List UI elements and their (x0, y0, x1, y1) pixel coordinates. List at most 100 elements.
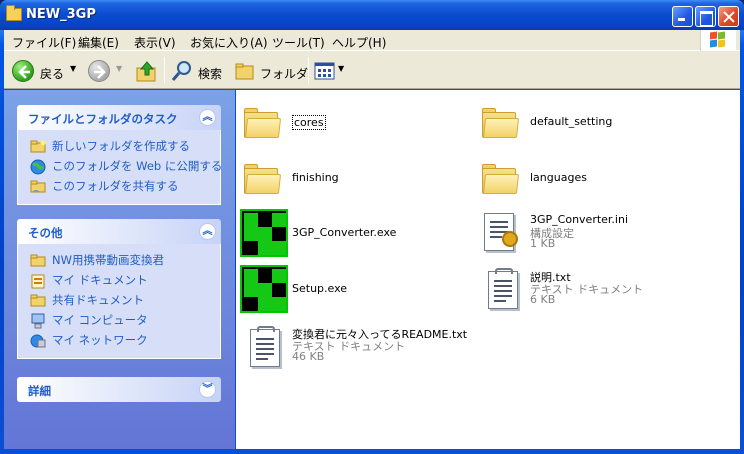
back-label: 戻る (40, 67, 65, 81)
file-folder-tasks-header[interactable]: ファイルとフォルダのタスク ︽ (17, 105, 221, 130)
collapse-chevron-icon[interactable]: ︽ (199, 109, 216, 126)
menu-view[interactable]: 表示(V) (134, 34, 176, 51)
my-documents-icon (30, 273, 46, 289)
place-my-computer[interactable]: マイ コンピュータ (18, 310, 220, 330)
menu-edit[interactable]: 編集(E) (78, 34, 119, 51)
folder-icon (244, 164, 282, 194)
search-icon (171, 61, 191, 81)
file-name: Setup.exe (292, 282, 348, 295)
file-item-readme-txt[interactable]: 変換君に元々入ってるREADME.txt テキスト ドキュメント 46 KB (244, 321, 504, 371)
folder-icon (482, 108, 520, 138)
up-folder-button[interactable] (134, 59, 160, 83)
menu-bar: ファイル(F) 編集(E) 表示(V) お気に入り(A) ツール(T) ヘルプ(… (4, 30, 740, 51)
search-button[interactable]: 検索 (170, 59, 230, 83)
task-pane: ファイルとフォルダのタスク ︽ 新しいフォルダを作成する このフォルダを Web… (4, 90, 235, 449)
window-title: NEW_3GP (26, 7, 96, 22)
forward-dropdown-icon[interactable]: ▼ (116, 64, 122, 73)
panel-title: 詳細 (28, 384, 51, 398)
gear-icon (502, 231, 518, 247)
views-dropdown-icon[interactable]: ▼ (338, 64, 344, 73)
expand-chevron-icon[interactable]: ︾ (199, 381, 216, 398)
file-folder-tasks-panel: ファイルとフォルダのタスク ︽ 新しいフォルダを作成する このフォルダを Web… (17, 105, 223, 205)
back-button[interactable]: 戻る ▼ (10, 59, 80, 83)
menu-file[interactable]: ファイル(F) (12, 34, 76, 51)
windows-logo-icon (700, 30, 736, 51)
task-label: このフォルダを Web に公開する (52, 159, 223, 173)
panel-title: その他 (28, 226, 63, 240)
menu-help[interactable]: ヘルプ(H) (332, 34, 386, 51)
file-size: 6 KB (530, 293, 556, 306)
task-new-folder[interactable]: 新しいフォルダを作成する (18, 136, 220, 156)
text-document-icon (250, 326, 280, 367)
file-item-finishing[interactable]: finishing (244, 158, 464, 208)
globe-icon (30, 159, 46, 175)
details-panel: 詳細 ︾ (17, 377, 221, 402)
folders-icon (235, 63, 254, 80)
file-name: languages (530, 171, 587, 184)
toolbar-separator (164, 57, 165, 83)
file-item-setsumei-txt[interactable]: 説明.txt テキスト ドキュメント 6 KB (482, 265, 702, 315)
place-my-network[interactable]: マイ ネットワーク (18, 330, 220, 350)
file-item-3gp-converter-ini[interactable]: 3GP_Converter.ini 構成設定 1 KB (482, 209, 702, 259)
file-item-default-setting[interactable]: default_setting (482, 102, 702, 152)
forward-button[interactable]: ▼ (88, 59, 124, 83)
file-list-area: cores default_setting finishing language… (236, 90, 740, 449)
up-folder-icon (136, 61, 156, 82)
back-dropdown-icon[interactable]: ▼ (70, 64, 76, 73)
folders-label: フォルダ (260, 67, 309, 81)
toolbar: 戻る ▼ ▼ 検索 フォルダ ▼ (4, 51, 740, 89)
file-item-cores[interactable]: cores (244, 102, 464, 152)
place-label: マイ コンピュータ (52, 313, 148, 327)
maximize-icon (696, 7, 715, 26)
file-name: default_setting (530, 115, 613, 128)
file-name: 3GP_Converter.exe (292, 226, 397, 239)
other-places-panel: その他 ︽ NW用携帯動画変換君 マイ ドキュメント 共有ドキュメント マイ コ… (17, 219, 221, 359)
menu-tools[interactable]: ツール(T) (272, 34, 325, 51)
folder-icon (6, 5, 22, 21)
text-document-icon (488, 268, 518, 309)
folder-icon (30, 253, 46, 267)
task-label: 新しいフォルダを作成する (52, 139, 190, 153)
menu-favorites[interactable]: お気に入り(A) (190, 34, 268, 51)
place-label: マイ ネットワーク (52, 333, 148, 347)
minimize-button[interactable] (672, 6, 693, 27)
file-size: 1 KB (530, 237, 556, 250)
close-button[interactable] (718, 6, 739, 27)
maximize-button[interactable] (695, 6, 716, 27)
task-label: このフォルダを共有する (52, 179, 179, 193)
place-nw-converter[interactable]: NW用携帯動画変換君 (18, 250, 220, 270)
views-icon (314, 62, 335, 80)
forward-arrow-icon (88, 60, 110, 82)
file-name: finishing (292, 171, 339, 184)
title-bar[interactable]: NEW_3GP (0, 0, 744, 30)
task-share-folder[interactable]: このフォルダを共有する (18, 176, 220, 196)
shared-folder-icon (30, 293, 46, 307)
back-arrow-icon (12, 60, 34, 82)
file-item-setup-exe[interactable]: Setup.exe (240, 265, 460, 315)
place-my-documents[interactable]: マイ ドキュメント (18, 270, 220, 290)
file-item-languages[interactable]: languages (482, 158, 702, 208)
application-icon (240, 209, 288, 257)
other-places-header[interactable]: その他 ︽ (17, 219, 221, 244)
close-icon (719, 7, 738, 26)
place-label: NW用携帯動画変換君 (52, 253, 164, 267)
toolbar-separator (308, 57, 309, 83)
folders-button[interactable]: フォルダ (234, 59, 308, 83)
file-item-3gp-converter-exe[interactable]: 3GP_Converter.exe (240, 209, 460, 259)
place-shared-documents[interactable]: 共有ドキュメント (18, 290, 220, 310)
search-label: 検索 (198, 67, 223, 81)
folder-icon (244, 108, 282, 138)
details-header[interactable]: 詳細 ︾ (17, 377, 221, 402)
panel-title: ファイルとフォルダのタスク (28, 112, 178, 126)
task-publish-web[interactable]: このフォルダを Web に公開する (18, 156, 223, 176)
explorer-window: NEW_3GP ファイル(F) 編集(E) 表示(V) お気に入り(A) ツール… (0, 0, 744, 454)
collapse-chevron-icon[interactable]: ︽ (199, 223, 216, 240)
folder-icon (482, 164, 520, 194)
place-label: マイ ドキュメント (52, 273, 148, 287)
my-network-icon (30, 333, 46, 348)
file-size: 46 KB (292, 350, 325, 363)
new-folder-icon (30, 139, 46, 153)
views-button[interactable]: ▼ (314, 59, 348, 83)
share-folder-icon (30, 179, 46, 193)
file-name: cores (292, 115, 326, 130)
